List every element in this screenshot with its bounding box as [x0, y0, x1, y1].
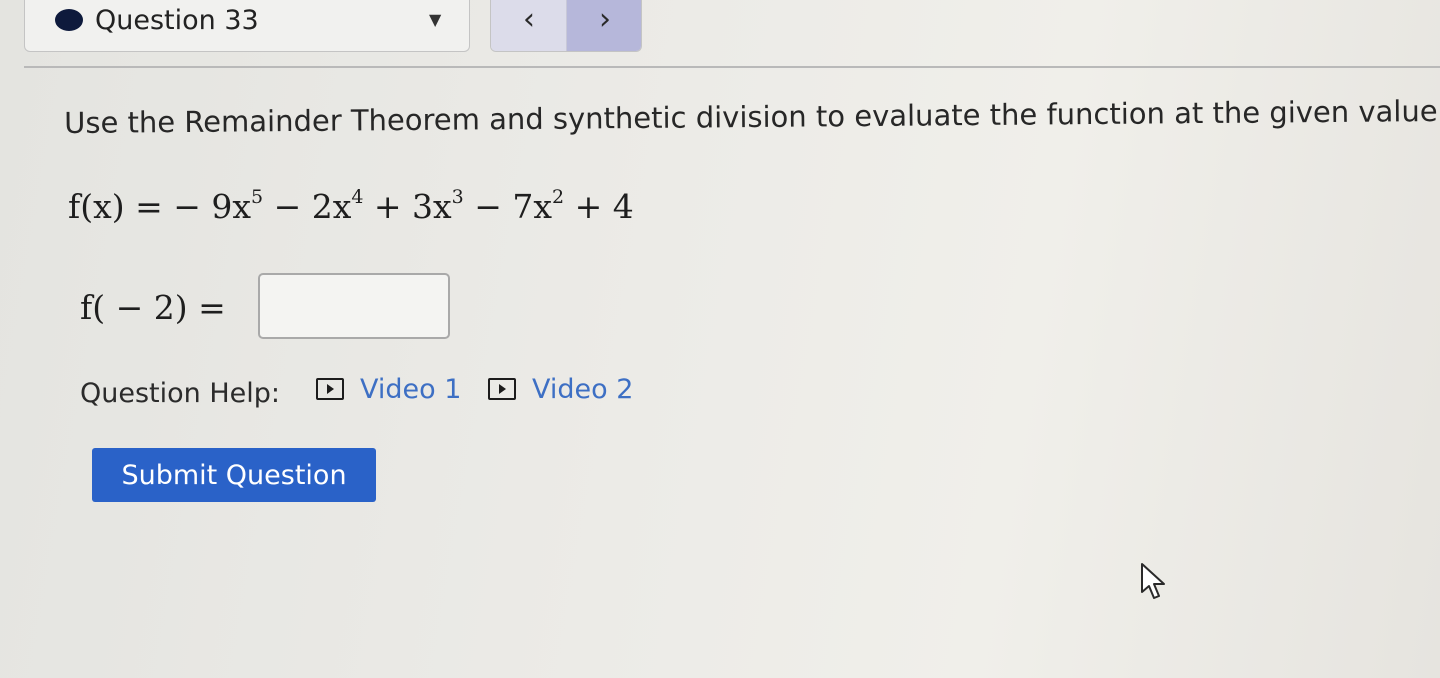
- video-2-label: Video 2: [532, 374, 634, 405]
- question-prompt: Use the Remainder Theorem and synthetic …: [64, 93, 1440, 140]
- function-term: − 2x4: [273, 186, 364, 226]
- chevron-left-icon: ‹: [523, 2, 535, 37]
- question-number-label: Question 33: [95, 5, 259, 36]
- function-term: + 3x3: [373, 186, 464, 226]
- next-question-button[interactable]: ›: [567, 0, 641, 51]
- function-term: − 7x2: [474, 186, 565, 226]
- previous-question-button[interactable]: ‹: [491, 0, 567, 51]
- question-selector[interactable]: Question 33 ▼: [24, 0, 470, 52]
- function-term: − 9x5: [173, 186, 264, 226]
- mouse-pointer-icon: [1141, 563, 1165, 599]
- question-status-dot: [55, 9, 83, 31]
- play-video-icon: [316, 378, 344, 400]
- answer-input[interactable]: [258, 273, 450, 339]
- caret-down-icon[interactable]: ▼: [429, 10, 441, 29]
- chevron-right-icon: ›: [599, 2, 611, 37]
- question-nav-buttons: ‹ ›: [490, 0, 642, 52]
- submit-question-button[interactable]: Submit Question: [92, 448, 376, 502]
- video-1-label: Video 1: [360, 374, 462, 405]
- evaluation-label: f( − 2) =: [80, 288, 226, 327]
- play-video-icon: [488, 378, 516, 400]
- question-help-label: Question Help:: [80, 378, 280, 409]
- header-divider: [24, 66, 1440, 68]
- function-term: + 4: [574, 187, 634, 226]
- function-lhs: f(x) =: [68, 187, 163, 226]
- question-nav-bar: Question 33 ▼ ‹ ›: [0, 0, 1440, 68]
- function-definition: f(x) = − 9x5 − 2x4 + 3x3 − 7x2 + 4: [68, 186, 634, 226]
